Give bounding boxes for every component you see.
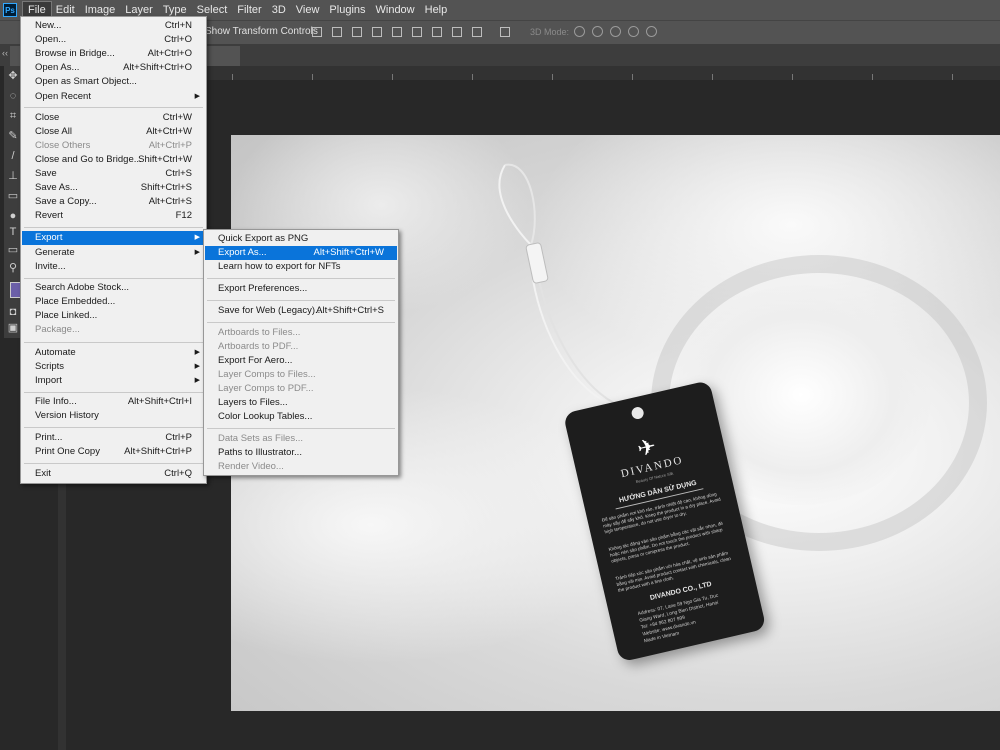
menu-item-version-history[interactable]: Version History — [22, 409, 205, 423]
menu-item-file-info[interactable]: File Info... Alt+Shift+Ctrl+I — [22, 395, 205, 409]
crop-tool-icon[interactable]: ⌗ — [7, 110, 19, 122]
screen-mode-icon[interactable]: ▣ — [7, 322, 19, 334]
menu-item-package: Package... — [35, 324, 80, 335]
collapse-panel-icon[interactable]: ‹‹ — [2, 48, 8, 58]
shape-tool-icon[interactable]: ▭ — [7, 244, 19, 256]
menu-item-artboards-to-files: Artboards to Files... — [218, 327, 301, 338]
menu-item-place-linked[interactable]: Place Linked... — [22, 309, 205, 323]
brush-tool-icon[interactable]: / — [7, 150, 19, 162]
menu-item-print-one-copy[interactable]: Print One Copy Alt+Shift+Ctrl+P — [22, 445, 205, 459]
submenu-arrow-icon: ▶ — [194, 377, 200, 384]
menu-item-search-adobe-stock[interactable]: Search Adobe Stock... — [22, 281, 205, 295]
menu-item-close-and-go-to-bridge[interactable]: Close and Go to Bridge... Shift+Ctrl+W — [22, 153, 205, 167]
menu-filter[interactable]: Filter — [232, 2, 266, 18]
stamp-tool-icon[interactable]: ⊥ — [7, 170, 19, 182]
menu-item-export-preferences[interactable]: Export Preferences... — [205, 282, 397, 296]
menu-item-revert[interactable]: Revert F12 — [22, 209, 205, 223]
align-middle-icon[interactable] — [392, 27, 402, 37]
menu-plugins[interactable]: Plugins — [324, 2, 370, 18]
submenu-arrow-icon: ▶ — [194, 93, 200, 100]
menu-item-export-as[interactable]: Export As... Alt+Shift+Ctrl+W — [205, 246, 397, 260]
brand-logo-icon: ✈ — [634, 433, 659, 462]
photoshop-logo[interactable]: Ps — [3, 3, 17, 17]
menu-item-save-for-web[interactable]: Save for Web (Legacy)... Alt+Shift+Ctrl+S — [205, 304, 397, 318]
file-menu: New... Ctrl+N Open... Ctrl+O Browse in Bri… — [20, 16, 207, 484]
export-submenu: Quick Export as PNG Export As... Alt+Shif… — [203, 229, 399, 476]
quick-mask-icon[interactable]: ◘ — [7, 306, 19, 318]
menu-item-browse-in-bridge[interactable]: Browse in Bridge... Alt+Ctrl+O — [22, 47, 205, 61]
distribute-vertical-icon[interactable] — [452, 27, 462, 37]
move-tool-icon[interactable]: ✥ — [7, 70, 19, 82]
tag-hole — [630, 405, 645, 421]
type-tool-icon[interactable]: T — [7, 226, 19, 238]
pan-3d-icon[interactable] — [610, 26, 621, 37]
menu-item-close[interactable]: Close Ctrl+W — [22, 111, 205, 125]
menu-item-color-lookup-tables[interactable]: Color Lookup Tables... — [205, 410, 397, 424]
menu-item-exit[interactable]: Exit Ctrl+Q — [22, 467, 205, 481]
menu-item-paths-to-illustrator[interactable]: Paths to Illustrator... — [205, 446, 397, 460]
menu-help[interactable]: Help — [420, 2, 453, 18]
menu-item-layer-comps-to-pdf: Layer Comps to PDF... — [218, 383, 314, 394]
menu-item-artboards-to-pdf: Artboards to PDF... — [218, 341, 299, 352]
menu-3d[interactable]: 3D — [267, 2, 291, 18]
menu-item-open-as[interactable]: Open As... Alt+Shift+Ctrl+O — [22, 61, 205, 75]
menu-item-export[interactable]: Export ▶ — [22, 231, 205, 245]
menu-item-data-sets-as-files: Data Sets as Files... — [218, 433, 304, 444]
menu-item-save-as[interactable]: Save As... Shift+Ctrl+S — [22, 181, 205, 195]
submenu-arrow-icon: ▶ — [194, 249, 200, 256]
menu-item-render-video: Render Video... — [218, 461, 284, 472]
menu-item-scripts[interactable]: Scripts ▶ — [22, 360, 205, 374]
roll-3d-icon[interactable] — [592, 26, 603, 37]
menu-item-close-all[interactable]: Close All Alt+Ctrl+W — [22, 125, 205, 139]
menu-item-layers-to-files[interactable]: Layers to Files... — [205, 396, 397, 410]
zoom-tool-icon[interactable]: ⚲ — [7, 262, 19, 274]
menu-item-new[interactable]: New... Ctrl+N — [22, 19, 205, 33]
menu-item-open[interactable]: Open... Ctrl+O — [22, 33, 205, 47]
dodge-tool-icon[interactable]: ● — [7, 210, 19, 222]
menu-item-learn-export-nfts[interactable]: Learn how to export for NFTs — [205, 260, 397, 274]
menu-item-quick-export-png[interactable]: Quick Export as PNG — [205, 232, 397, 246]
eraser-tool-icon[interactable]: ▭ — [7, 190, 19, 202]
menu-item-place-embedded[interactable]: Place Embedded... — [22, 295, 205, 309]
align-right-icon[interactable] — [352, 27, 362, 37]
slide-3d-icon[interactable] — [628, 26, 639, 37]
orbit-3d-icon[interactable] — [574, 26, 585, 37]
distribute-horizontal-icon[interactable] — [472, 27, 482, 37]
submenu-arrow-icon: ▶ — [194, 234, 200, 241]
3d-mode-label: 3D Mode: — [530, 27, 570, 37]
menu-item-print[interactable]: Print... Ctrl+P — [22, 431, 205, 445]
menu-item-import[interactable]: Import ▶ — [22, 374, 205, 388]
menu-item-close-others: Close Others Alt+Ctrl+P — [35, 140, 192, 151]
align-left-icon[interactable] — [312, 27, 322, 37]
menu-item-save-a-copy[interactable]: Save a Copy... Alt+Ctrl+S — [22, 195, 205, 209]
more-options-icon[interactable] — [500, 27, 510, 37]
menu-view[interactable]: View — [291, 2, 325, 18]
distribute-icon[interactable] — [432, 27, 442, 37]
lasso-tool-icon[interactable]: ◌ — [7, 90, 19, 102]
menu-item-open-as-smart-object[interactable]: Open as Smart Object... — [22, 75, 205, 89]
submenu-arrow-icon: ▶ — [194, 363, 200, 370]
menu-item-export-for-aero[interactable]: Export For Aero... — [205, 354, 397, 368]
menu-item-layer-comps-to-files: Layer Comps to Files... — [218, 369, 316, 380]
eyedropper-tool-icon[interactable]: ✎ — [7, 130, 19, 142]
menu-item-automate[interactable]: Automate ▶ — [22, 346, 205, 360]
align-top-icon[interactable] — [372, 27, 382, 37]
menu-item-generate[interactable]: Generate ▶ — [22, 246, 205, 260]
submenu-arrow-icon: ▶ — [194, 349, 200, 356]
menu-item-open-recent[interactable]: Open Recent ▶ — [22, 90, 205, 104]
align-bottom-icon[interactable] — [412, 27, 422, 37]
show-transform-controls-label[interactable]: Show Transform Controls — [205, 26, 318, 37]
menu-window[interactable]: Window — [371, 2, 420, 18]
scale-3d-icon[interactable] — [646, 26, 657, 37]
menu-item-save[interactable]: Save Ctrl+S — [22, 167, 205, 181]
align-center-icon[interactable] — [332, 27, 342, 37]
menu-item-invite[interactable]: Invite... — [22, 260, 205, 274]
